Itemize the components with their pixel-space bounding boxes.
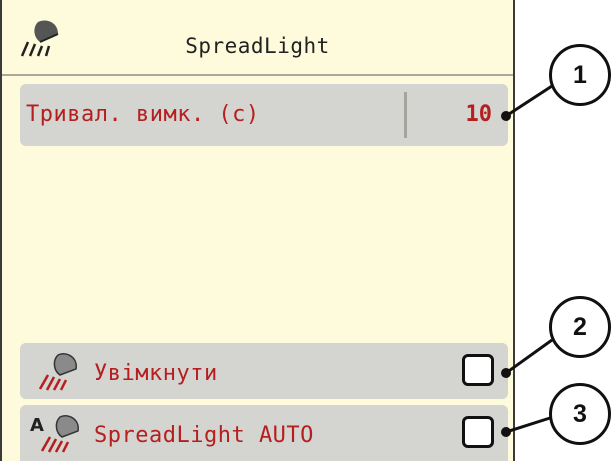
spreadlight-auto-row[interactable]: A SpreadLight AUTO — [20, 405, 508, 461]
enable-row[interactable]: Увімкнути — [20, 343, 508, 399]
row-divider — [404, 92, 407, 138]
shutoff-duration-label: Тривал. вимк. (с) — [26, 102, 260, 127]
enable-checkbox[interactable] — [462, 354, 494, 386]
spreadlight-auto-label: SpreadLight AUTO — [94, 423, 314, 448]
page-title: SpreadLight — [185, 34, 330, 58]
callout-3: 3 — [549, 383, 611, 445]
callout-2: 2 — [549, 296, 611, 358]
callout-1: 1 — [549, 44, 611, 106]
spreadlight-screen: SpreadLight Тривал. вимк. (с) 10 Увімкну… — [0, 0, 515, 461]
spreadlight-auto-checkbox[interactable] — [462, 416, 494, 448]
shutoff-duration-row[interactable]: Тривал. вимк. (с) 10 — [20, 84, 508, 146]
auto-letter: A — [30, 415, 44, 436]
enable-label: Увімкнути — [94, 361, 218, 386]
spreadlight-lamp-icon — [38, 353, 77, 391]
shutoff-duration-value[interactable]: 10 — [466, 102, 493, 127]
screen-header: SpreadLight — [2, 0, 513, 76]
spreadlight-auto-icon: A — [30, 415, 79, 453]
